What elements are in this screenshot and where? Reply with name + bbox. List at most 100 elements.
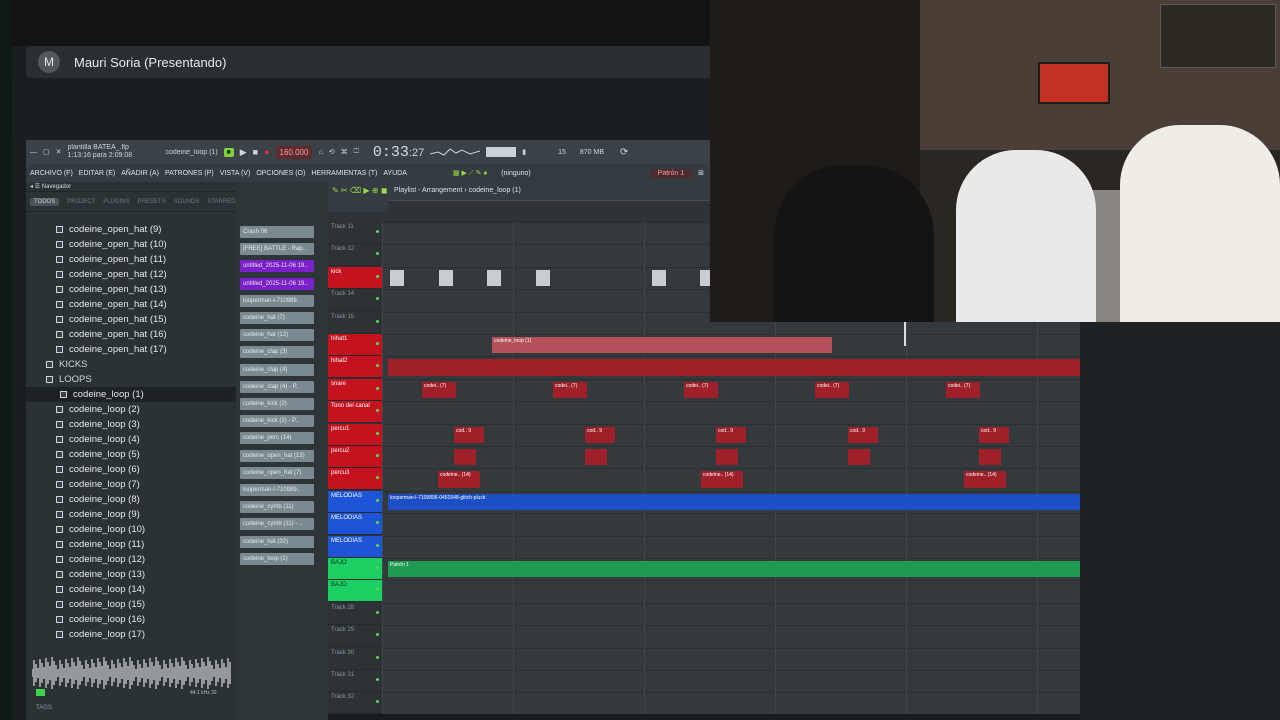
metronome-icon[interactable]: ⌂	[318, 149, 322, 156]
browser-file[interactable]: codeine_loop (9)	[26, 507, 236, 522]
snare-clip[interactable]: codei.. (7)	[946, 381, 980, 399]
channel-button[interactable]: looperman-l-710989..	[240, 484, 314, 496]
track-led-icon[interactable]	[376, 274, 379, 278]
kick-clip[interactable]	[487, 269, 501, 287]
track-led-icon[interactable]	[376, 655, 379, 659]
track-led-icon[interactable]	[376, 431, 379, 435]
browser-file[interactable]: codeine_loop (6)	[26, 462, 236, 477]
tab-todos[interactable]: TODOS	[30, 197, 60, 206]
menu-anadir[interactable]: AÑADIR (A)	[121, 170, 159, 177]
timeline-ruler[interactable]	[388, 200, 710, 212]
channel-button[interactable]: codeine_loop (1)	[240, 552, 314, 565]
track-header[interactable]: Track 28	[328, 603, 382, 625]
browser-folder[interactable]: KICKS	[26, 357, 236, 372]
track-header[interactable]: Track 12	[328, 244, 382, 267]
channel-button[interactable]: codeine_perc (14)	[240, 432, 314, 445]
browser-file[interactable]: codeine_loop (17)	[26, 627, 236, 642]
browser-file[interactable]: codeine_open_hat (11)	[26, 252, 236, 267]
browser-file[interactable]: codeine_open_hat (15)	[26, 312, 236, 327]
percussion-clip[interactable]: cod.. 9	[979, 426, 1009, 443]
menu-ayuda[interactable]: AYUDA	[383, 170, 407, 177]
channel-button[interactable]: untitled_2025-11-06 19..	[240, 277, 314, 290]
menu-vista[interactable]: VISTA (V)	[220, 170, 251, 177]
track-header[interactable]: percu3	[328, 468, 382, 491]
playhead-marker[interactable]	[904, 322, 906, 346]
track-led-icon[interactable]	[376, 386, 379, 390]
track-header[interactable]: Track 14	[328, 289, 382, 312]
browser-file[interactable]: codeine_loop (10)	[26, 522, 236, 537]
channel-button[interactable]: [FREE] BATTLE - Rap..	[240, 243, 314, 256]
channel-button[interactable]: codeine_hat (12)	[240, 329, 314, 342]
browser-file[interactable]: codeine_loop (15)	[26, 597, 236, 612]
track-header[interactable]: kick	[328, 266, 382, 289]
menu-editar[interactable]: EDITAR (E)	[79, 170, 115, 177]
tags-label[interactable]: TAGS	[26, 700, 236, 714]
kick-clip[interactable]	[652, 269, 666, 287]
stop-icon[interactable]: ■	[253, 147, 258, 157]
hihat-clip[interactable]	[388, 359, 1080, 376]
browser-file[interactable]: codeine_loop (12)	[26, 552, 236, 567]
browser-file[interactable]: codeine_open_hat (12)	[26, 267, 236, 282]
channel-button[interactable]: codeine_open_hat (13)	[240, 449, 314, 462]
browser-file[interactable]: codeine_loop (14)	[26, 582, 236, 597]
channel-button[interactable]: codeine_cymb (11)	[240, 501, 314, 514]
channel-button[interactable]: Crash 06	[240, 226, 314, 238]
track-header[interactable]: Track 31	[328, 670, 382, 692]
percussion-clip[interactable]	[454, 449, 476, 466]
track-header[interactable]: Track 29	[328, 625, 382, 648]
track-led-icon[interactable]	[376, 678, 379, 681]
menu-archivo[interactable]: ARCHIVO (F)	[30, 170, 73, 177]
kick-clip[interactable]	[536, 269, 550, 287]
refresh-icon[interactable]: ⟳	[620, 147, 628, 158]
track-header[interactable]: MELODIAS	[328, 490, 382, 513]
browser-file[interactable]: codeine_open_hat (10)	[26, 237, 236, 252]
percussion-clip[interactable]: cod.. 9	[585, 426, 615, 443]
tab-sounds[interactable]: SOUNDS	[174, 199, 200, 205]
snare-clip[interactable]: codei.. (7)	[684, 381, 718, 399]
track-led-icon[interactable]	[376, 252, 379, 256]
track-led-icon[interactable]	[376, 409, 379, 413]
track-led-icon[interactable]	[376, 633, 379, 637]
browser-file[interactable]: codeine_open_hat (14)	[26, 297, 236, 312]
channel-button[interactable]: codeine_kick (3)	[240, 398, 314, 410]
minimize-icon[interactable]: —	[30, 149, 37, 156]
track-led-icon[interactable]	[376, 230, 379, 233]
track-led-icon[interactable]	[376, 610, 379, 614]
tab-starred[interactable]: STARRED	[207, 199, 235, 205]
tool-buttons[interactable]: ▦ ▶ ⟋ ✎ ♠	[453, 169, 487, 178]
track-led-icon[interactable]	[376, 297, 379, 301]
track-header[interactable]: Track 11	[328, 222, 382, 244]
menu-opciones[interactable]: OPCIONES (O)	[256, 170, 305, 177]
track-header[interactable]: MELODIAS	[328, 513, 382, 536]
kick-clip[interactable]	[390, 269, 404, 287]
bass-pattern-clip[interactable]: Patrón 1	[388, 561, 1080, 578]
play-icon[interactable]: ▶	[240, 147, 247, 158]
percussion-clip[interactable]: cod.. 9	[716, 426, 746, 443]
percussion-clip[interactable]: cod.. 9	[454, 426, 484, 443]
track-header[interactable]: Track 32	[328, 692, 382, 715]
percussion-clip[interactable]: codeine.. (14)	[438, 471, 480, 488]
browser-file[interactable]: codeine_loop (13)	[26, 567, 236, 582]
percussion-clip[interactable]: codeine.. (14)	[964, 471, 1006, 488]
close-icon[interactable]: ✕	[56, 148, 62, 156]
menu-herramientas[interactable]: HERRAMIENTAS (T)	[311, 170, 377, 177]
channel-button[interactable]: codeine_kick (3) - P..	[240, 415, 314, 428]
browser-file[interactable]: codeine_loop (4)	[26, 432, 236, 447]
preview-play-icon[interactable]	[36, 689, 45, 696]
browser-file[interactable]: codeine_loop (8)	[26, 492, 236, 507]
track-led-icon[interactable]	[376, 543, 379, 547]
percussion-clip[interactable]: cod.. 9	[848, 426, 878, 443]
channel-button[interactable]: untitled_2025-11-06 19..	[240, 260, 314, 273]
tab-presets[interactable]: PRESETS	[138, 199, 166, 205]
tempo-display[interactable]: 160.000	[275, 145, 313, 159]
pattern-selector[interactable]: Patrón 1	[649, 168, 693, 178]
loop-record-icon[interactable]: ⟲	[329, 148, 335, 156]
channel-button[interactable]: codeine_clap (4) - P..	[240, 380, 314, 393]
loop-clip[interactable]: codeine_loop (1)	[492, 337, 832, 354]
track-header[interactable]: MELODIAS	[328, 535, 382, 558]
track-led-icon[interactable]	[376, 521, 379, 525]
channel-button[interactable]: codeine_hat (32)	[240, 535, 314, 548]
browser-file[interactable]: codeine_loop (16)	[26, 612, 236, 627]
channel-button[interactable]: looperman-l-710989..	[240, 294, 314, 307]
browser-folder[interactable]: LOOPS	[26, 372, 236, 387]
